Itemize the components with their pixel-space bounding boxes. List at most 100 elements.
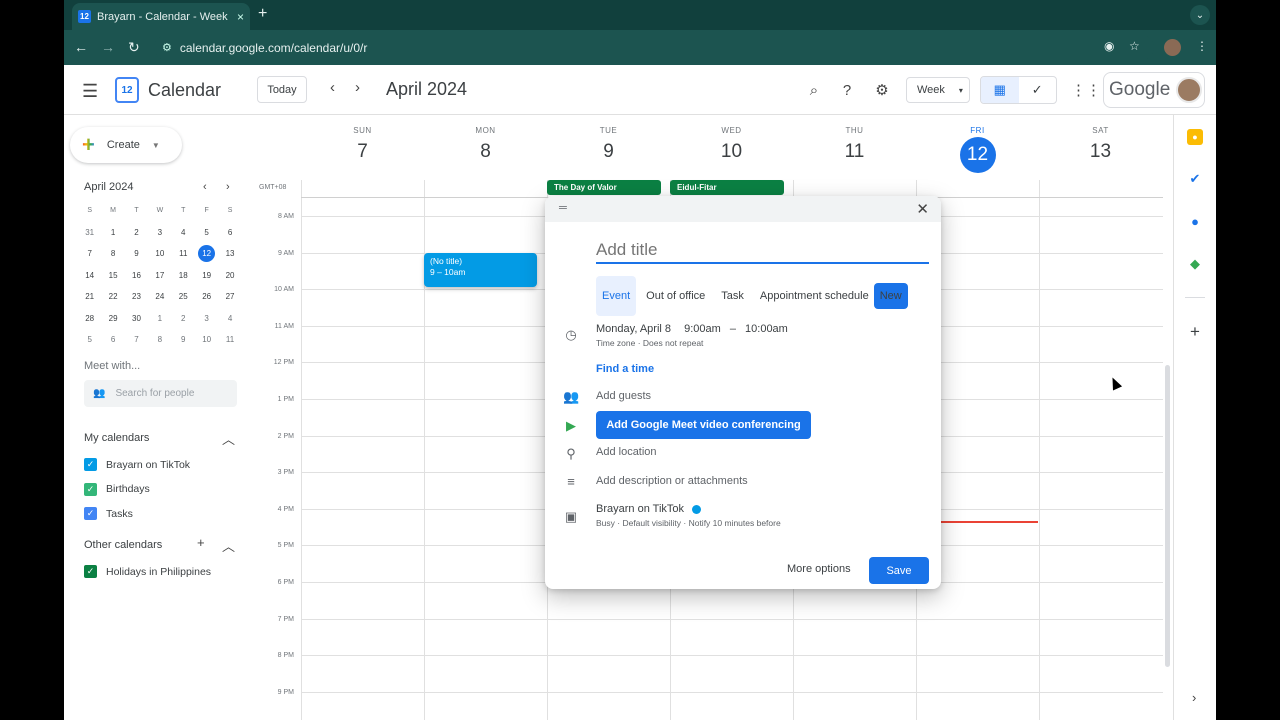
calendar-item[interactable]: ✓ Tasks xyxy=(84,507,133,520)
mini-day[interactable]: 4 xyxy=(172,222,195,244)
calendar-view-icon[interactable]: ▦ xyxy=(981,77,1019,103)
timezone-repeat-text[interactable]: Time zone · Does not repeat xyxy=(596,338,703,348)
eye-icon[interactable]: ◉ xyxy=(1104,39,1114,53)
mini-day[interactable]: 16 xyxy=(125,265,148,287)
mini-day[interactable]: 6 xyxy=(218,222,241,244)
dialog-drag-bar[interactable]: ═ ✕ xyxy=(545,196,941,222)
close-icon[interactable]: ✕ xyxy=(916,200,929,218)
keep-icon[interactable]: ● xyxy=(1187,129,1203,145)
tab-out-of-office[interactable]: Out of office xyxy=(640,276,711,316)
day-header[interactable]: SAT 13 xyxy=(1039,126,1162,163)
view-select[interactable]: Week ▾ xyxy=(906,77,970,103)
mini-day[interactable]: 29 xyxy=(101,308,124,330)
other-calendars-title[interactable]: Other calendars xyxy=(84,539,162,551)
tab-close-icon[interactable]: × xyxy=(237,10,244,24)
checkbox-checked-icon[interactable]: ✓ xyxy=(84,565,97,578)
mini-day[interactable]: 14 xyxy=(78,265,101,287)
reload-icon[interactable]: ↻ xyxy=(128,39,140,56)
day-number[interactable]: 8 xyxy=(424,141,547,163)
day-number[interactable]: 13 xyxy=(1039,141,1162,163)
mini-day[interactable]: 5 xyxy=(78,329,101,351)
mini-day[interactable]: 7 xyxy=(78,243,101,265)
calendar-owner-select[interactable]: Brayarn on TikTok xyxy=(596,503,702,515)
mini-day[interactable]: 27 xyxy=(218,286,241,308)
expand-panel-icon[interactable]: › xyxy=(1192,690,1196,705)
event-start[interactable]: 9:00am xyxy=(684,323,721,335)
profile-avatar[interactable] xyxy=(1164,39,1181,56)
more-options-button[interactable]: More options xyxy=(787,563,851,575)
mini-day[interactable]: 13 xyxy=(218,243,241,265)
next-week-icon[interactable]: › xyxy=(355,79,360,96)
today-button[interactable]: Today xyxy=(257,76,307,103)
day-number[interactable]: 9 xyxy=(547,141,670,163)
draft-event[interactable]: (No title) 9 – 10am xyxy=(424,253,537,287)
create-button[interactable]: + Create ▼ xyxy=(70,127,182,163)
google-apps-icon[interactable]: ⋮⋮ xyxy=(1071,81,1101,99)
mini-day[interactable]: 24 xyxy=(148,286,171,308)
day-header[interactable]: SUN 7 xyxy=(301,126,424,163)
checkbox-checked-icon[interactable]: ✓ xyxy=(84,458,97,471)
tasks-view-icon[interactable]: ✓ xyxy=(1019,77,1057,103)
checkbox-checked-icon[interactable]: ✓ xyxy=(84,507,97,520)
mini-day[interactable]: 11 xyxy=(172,243,195,265)
collapse-chevron-icon[interactable]: ︿ xyxy=(222,429,235,448)
mini-day[interactable]: 11 xyxy=(218,329,241,351)
mini-day[interactable]: 1 xyxy=(148,308,171,330)
mini-day[interactable]: 19 xyxy=(195,265,218,287)
mini-day[interactable]: 30 xyxy=(125,308,148,330)
tab-search-icon[interactable]: ⌄ xyxy=(1190,5,1210,25)
add-location-field[interactable]: Add location xyxy=(596,446,657,458)
save-button[interactable]: Save xyxy=(869,557,929,584)
event-date[interactable]: Monday, April 8 xyxy=(596,323,671,335)
mini-day[interactable]: 2 xyxy=(125,222,148,244)
event-datetime[interactable]: Monday, April 8 9:00am – 10:00am xyxy=(596,323,788,335)
day-header[interactable]: MON 8 xyxy=(424,126,547,163)
tab-event[interactable]: Event xyxy=(596,276,637,316)
settings-gear-icon[interactable]: ⚙ xyxy=(872,80,892,100)
day-header[interactable]: FRI 12 xyxy=(916,126,1039,173)
mini-day[interactable]: 12 xyxy=(198,245,216,262)
previous-week-icon[interactable]: ‹ xyxy=(330,79,335,96)
mini-day[interactable]: 23 xyxy=(125,286,148,308)
add-guests-field[interactable]: Add guests xyxy=(596,390,651,402)
find-a-time-link[interactable]: Find a time xyxy=(596,363,654,375)
add-calendar-icon[interactable]: + xyxy=(197,535,205,550)
mini-day[interactable]: 3 xyxy=(195,308,218,330)
day-header[interactable]: THU 11 xyxy=(793,126,916,163)
url-field[interactable]: ⚙ calendar.google.com/calendar/u/0/r xyxy=(154,35,1154,60)
search-icon[interactable]: ⌕ xyxy=(804,80,824,100)
mini-day[interactable]: 20 xyxy=(218,265,241,287)
help-icon[interactable]: ? xyxy=(837,80,857,100)
get-addons-icon[interactable]: + xyxy=(1187,322,1203,341)
mini-day[interactable]: 22 xyxy=(101,286,124,308)
mini-day[interactable]: 26 xyxy=(195,286,218,308)
mini-day[interactable]: 21 xyxy=(78,286,101,308)
mini-day[interactable]: 9 xyxy=(125,243,148,265)
mini-next-month-icon[interactable]: › xyxy=(226,181,230,193)
calendar-item[interactable]: ✓ Brayarn on TikTok xyxy=(84,458,190,471)
mini-day[interactable]: 1 xyxy=(101,222,124,244)
day-number[interactable]: 12 xyxy=(959,137,996,173)
tasks-icon[interactable]: ✔ xyxy=(1187,171,1203,187)
mini-day[interactable]: 17 xyxy=(148,265,171,287)
main-menu-icon[interactable]: ☰ xyxy=(82,81,98,102)
google-account-button[interactable]: Google xyxy=(1103,72,1205,108)
day-number[interactable]: 11 xyxy=(793,141,916,163)
mini-day[interactable]: 5 xyxy=(195,222,218,244)
add-description-field[interactable]: Add description or attachments xyxy=(596,475,748,487)
tab-task[interactable]: Task xyxy=(715,276,750,316)
site-settings-icon[interactable]: ⚙ xyxy=(162,41,172,54)
event-title-input[interactable] xyxy=(596,238,929,264)
my-calendars-title[interactable]: My calendars xyxy=(84,432,149,444)
mini-day[interactable]: 8 xyxy=(101,243,124,265)
drag-handle-icon[interactable]: ═ xyxy=(559,202,567,214)
browser-menu-icon[interactable]: ⋮ xyxy=(1196,39,1208,53)
checkbox-checked-icon[interactable]: ✓ xyxy=(84,482,97,496)
day-number[interactable]: 7 xyxy=(301,141,424,163)
mini-day[interactable]: 28 xyxy=(78,308,101,330)
event-end[interactable]: 10:00am xyxy=(745,323,788,335)
mini-day[interactable]: 10 xyxy=(195,329,218,351)
calendar-item[interactable]: ✓ Holidays in Philippines xyxy=(84,565,211,578)
allday-event[interactable]: Eidul-Fitar xyxy=(670,180,784,195)
allday-event[interactable]: The Day of Valor xyxy=(547,180,661,195)
